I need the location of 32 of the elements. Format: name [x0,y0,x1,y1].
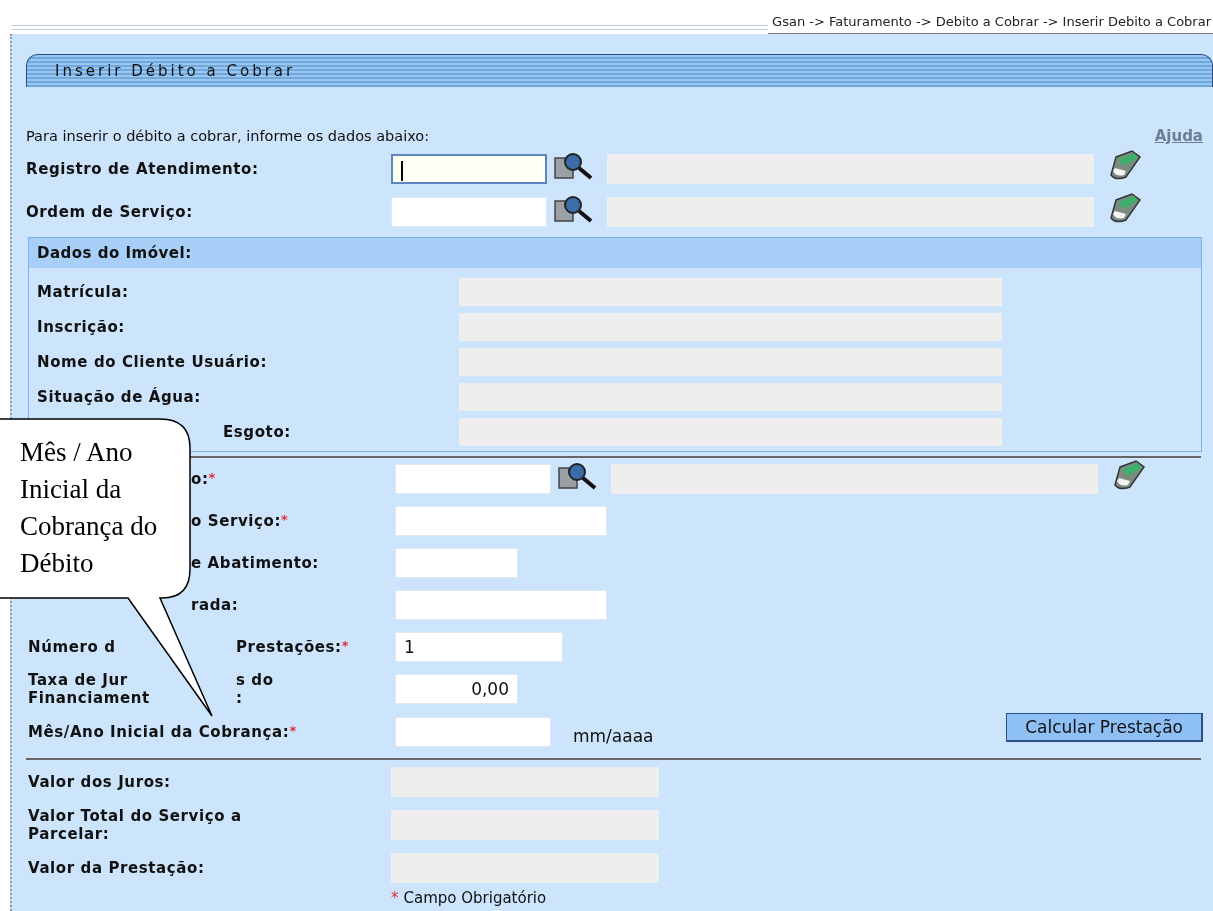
calculate-button[interactable]: Calcular Prestação [1006,712,1203,742]
field-label: Número d [28,638,117,656]
footnote-text: Campo Obrigatório [403,889,547,907]
field-label: Valor da Prestação: [28,858,206,877]
section-header: Dados do Imóvel: [29,238,1201,268]
format-hint: mm/aaaa [573,726,654,746]
field-label: o Serviço:* [191,512,289,530]
field-label: Valor Total do Serviço a Parcelar: [28,806,243,843]
field-label: : [236,689,244,707]
field-label: Taxa de Jur [28,671,129,689]
field-label: Ordem de Serviço: [26,202,194,221]
field-label: Esgoto: [222,422,292,441]
input-field[interactable] [391,153,547,184]
field-label: s do [236,671,275,689]
instruction-text: Para inserir o débito a cobrar, informe os dados abaixo: [26,128,430,144]
required-mark: * [391,889,399,907]
text-cursor [401,160,403,181]
field-label: Inscrição: [36,317,126,336]
field-label: Mês/Ano Inicial da Cobrança:* [28,723,298,741]
field-label: Registro de Atendimento: [26,159,260,178]
field-label: o:* [191,470,216,488]
field-label: Matrícula: [36,282,130,301]
field-label: Prestações:* [236,638,351,656]
field-label: e Abatimento: [191,554,319,572]
field-label: Nome do Cliente Usuário: [36,352,268,371]
input-field[interactable]: 0,00 [395,674,518,704]
field-label: Financiament [28,689,151,707]
input-field[interactable]: 1 [395,632,563,662]
field-label: Situação de Água: [36,387,202,406]
callout-text: Mês / Ano Inicial da Cobrança do Débito [20,436,159,580]
field-label: Valor dos Juros: [28,772,172,791]
field-label: rada: [191,596,239,614]
